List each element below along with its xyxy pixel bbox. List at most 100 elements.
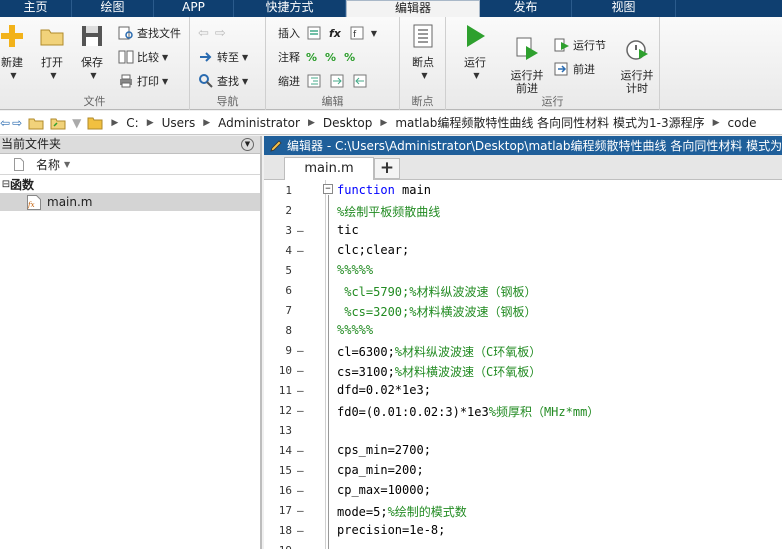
save-button[interactable]: 保存 ▼: [74, 23, 110, 82]
name-column-header[interactable]: 名称: [36, 156, 60, 173]
insert-button[interactable]: 插入 fx f ▼: [278, 24, 377, 42]
code-token: %cs=3200;%材料横波波速（钢板）: [337, 305, 537, 319]
code-token: cps_min=2700;: [337, 443, 431, 457]
executable-line-marker[interactable]: —: [297, 244, 305, 257]
executable-line-marker[interactable]: —: [297, 464, 305, 477]
executable-line-marker[interactable]: —: [297, 484, 305, 497]
tab-apps[interactable]: APP: [154, 0, 234, 17]
code-line[interactable]: clc;clear;: [337, 243, 409, 257]
line-number: 6: [285, 284, 292, 297]
code-line[interactable]: %cl=5790;%材料纵波波速（钢板）: [337, 283, 536, 300]
comment-button[interactable]: 注释 % % %: [278, 48, 355, 66]
executable-line-marker[interactable]: —: [297, 404, 305, 417]
run-button[interactable]: 运行 ▼: [457, 23, 493, 82]
tab-publish[interactable]: 发布: [480, 0, 572, 17]
code-line[interactable]: %绘制平板频散曲线: [337, 203, 440, 220]
code-line[interactable]: precision=1e-8;: [337, 523, 445, 537]
breadcrumb-desktop[interactable]: Desktop: [323, 116, 373, 130]
ribbon-group-navigate: ⇦ ⇨ 转至 ▼ 查找 ▼ 导航: [190, 17, 266, 110]
new-button[interactable]: 新建 ▼: [0, 23, 30, 82]
line-number: 14: [278, 444, 292, 457]
code-line[interactable]: fd0=(0.01:0.02:3)*1e3%频厚积（MHz*mm）: [337, 403, 599, 420]
find-files-button[interactable]: 查找文件: [118, 24, 181, 42]
executable-line-marker[interactable]: —: [297, 364, 305, 377]
stopwatch-icon: [626, 40, 648, 60]
compare-label: 比较: [137, 51, 159, 64]
code-line[interactable]: cs=3100;%材料横波波速（C环氧板）: [337, 363, 541, 380]
code-token: fd0=(0.01:0.02:3)*1e3: [337, 405, 489, 419]
path-separator-icon: ▶: [203, 117, 211, 128]
breadcrumb-administrator[interactable]: Administrator: [218, 116, 300, 130]
find-button[interactable]: 查找 ▼: [198, 72, 248, 90]
path-separator-icon: ▶: [307, 117, 315, 128]
editor-tab-main-m[interactable]: main.m: [284, 157, 374, 180]
sort-down-icon[interactable]: ▼: [64, 160, 70, 169]
goto-button[interactable]: 转至 ▼: [198, 48, 248, 66]
code-line[interactable]: dfd=0.02*1e3;: [337, 383, 431, 397]
up-folder-icon[interactable]: [28, 115, 44, 131]
compare-button[interactable]: 比较 ▼: [118, 48, 168, 66]
code-line[interactable]: tic: [337, 223, 359, 237]
breadcrumb-c[interactable]: C:: [126, 116, 138, 130]
arrow-left-icon[interactable]: ⇦: [0, 116, 10, 130]
chevron-down-icon: ▼: [473, 71, 480, 80]
executable-line-marker[interactable]: —: [297, 504, 305, 517]
back-forward-buttons[interactable]: ⇦ ⇨: [198, 24, 226, 42]
executable-line-marker[interactable]: —: [297, 444, 305, 457]
print-button[interactable]: 打印 ▼: [118, 72, 168, 90]
group-label-navigate: 导航: [216, 95, 239, 108]
group-row-functions[interactable]: ⊟ 函数: [0, 175, 260, 193]
executable-line-marker[interactable]: —: [297, 384, 305, 397]
code-editor[interactable]: 123—4—56789—10—11—12—1314—15—16—17—18—19…: [264, 180, 782, 549]
tab-shortcuts[interactable]: 快捷方式: [234, 0, 346, 17]
save-label: 保存: [81, 56, 103, 69]
fx-icon: fx: [329, 26, 341, 40]
increase-indent-icon: [330, 74, 344, 88]
code-line[interactable]: %%%%%: [337, 263, 373, 277]
play-icon: [467, 25, 485, 47]
tab-plots[interactable]: 绘图: [72, 0, 154, 17]
editor-title: 编辑器 - C:\Users\Administrator\Desktop\mat…: [287, 138, 782, 153]
tab-editor[interactable]: 编辑器: [346, 0, 480, 17]
line-number-gutter: 123—4—56789—10—11—12—1314—15—16—17—18—19: [264, 180, 326, 549]
code-line[interactable]: %%%%%: [337, 323, 373, 337]
code-token: dfd=0.02*1e3;: [337, 383, 431, 397]
breadcrumb-code[interactable]: code: [728, 116, 757, 130]
code-line[interactable]: cpa_min=200;: [337, 463, 424, 477]
open-button[interactable]: 打开 ▼: [34, 23, 70, 82]
code-line[interactable]: cps_min=2700;: [337, 443, 431, 457]
chevron-down-icon: ▼: [421, 71, 428, 80]
tab-view[interactable]: 视图: [572, 0, 676, 17]
tab-home[interactable]: 主页: [0, 0, 72, 17]
code-line[interactable]: cl=6300;%材料纵波波速（C环氧板）: [337, 343, 541, 360]
executable-line-marker[interactable]: —: [297, 524, 305, 537]
breakpoints-button[interactable]: 断点 ▼: [405, 23, 441, 82]
floppy-disk-icon: [82, 26, 102, 46]
dropdown-arrow-icon[interactable]: ▼: [72, 116, 81, 130]
panel-actions-icon[interactable]: ▼: [241, 138, 254, 151]
advance-button[interactable]: 前进: [554, 60, 595, 78]
group-label-edit: 编辑: [321, 95, 344, 108]
chevron-down-icon: ▼: [242, 52, 249, 62]
browse-folder-icon[interactable]: [50, 115, 66, 131]
run-section-button[interactable]: 运行节: [554, 36, 606, 54]
executable-line-marker[interactable]: —: [297, 344, 305, 357]
indent-button[interactable]: 缩进: [278, 72, 371, 90]
code-line[interactable]: %cs=3200;%材料横波波速（钢板）: [337, 303, 536, 320]
code-token: %材料纵波波速（C环氧板）: [394, 345, 542, 359]
breadcrumb-users[interactable]: Users: [162, 116, 196, 130]
code-line[interactable]: function main: [337, 183, 431, 197]
code-line[interactable]: mode=5;%绘制的模式数: [337, 503, 467, 520]
add-tab-button[interactable]: +: [374, 158, 400, 179]
code-line[interactable]: cp_max=10000;: [337, 483, 431, 497]
editor-ribbon: 新建 ▼ 打开 ▼ 保存 ▼ 查找文件 比较 ▼ 打印 ▼ 文件 ⇦ ⇨ 转至 …: [0, 17, 782, 110]
list-item[interactable]: fx main.m: [0, 193, 260, 211]
line-number: 2: [285, 204, 292, 217]
breakpoints-label: 断点: [412, 56, 434, 69]
fold-minus-icon[interactable]: −: [323, 184, 333, 194]
breadcrumb-project-folder[interactable]: matlab编程频散特性曲线 各向同性材料 模式为1-3源程序: [395, 114, 704, 131]
code-token: %绘制平板频散曲线: [337, 205, 441, 219]
arrow-right-icon[interactable]: ⇨: [12, 116, 22, 130]
insert-function-icon: f: [350, 26, 364, 40]
executable-line-marker[interactable]: —: [297, 224, 305, 237]
